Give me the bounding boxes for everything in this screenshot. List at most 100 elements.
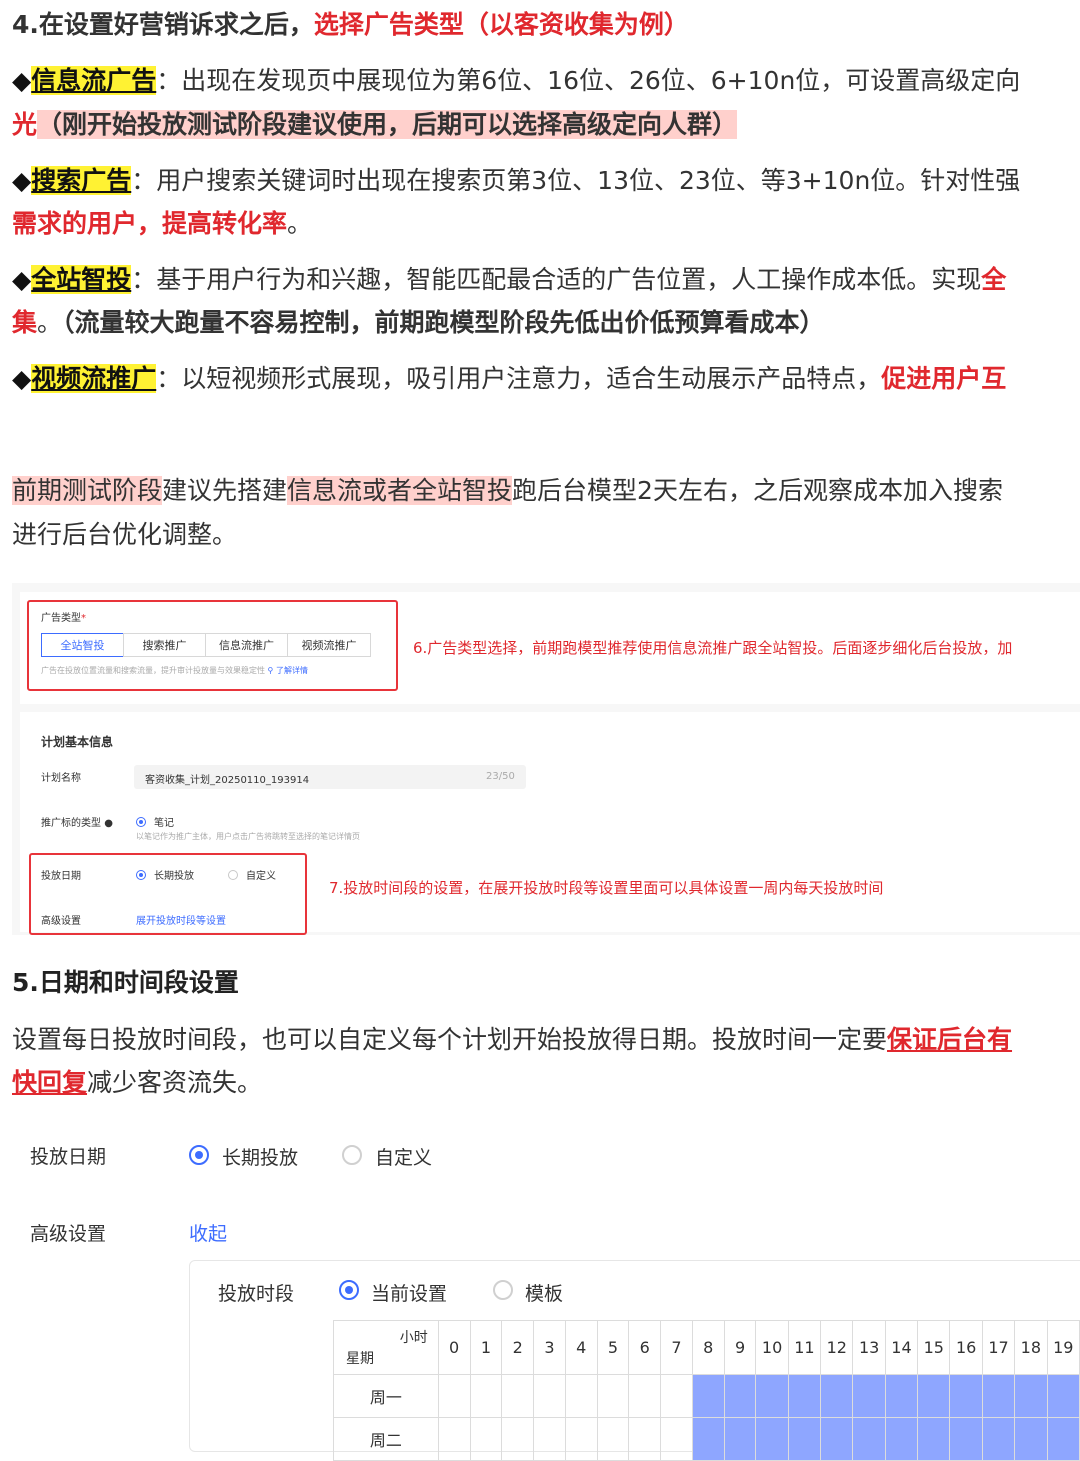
date-custom-radio[interactable] — [228, 870, 238, 880]
schedule-cell[interactable] — [501, 1417, 535, 1461]
advice-line: 前期测试阶段建议先搭建信息流或者全站智投跑后台模型2天左右，之后观察成本加入搜索 — [12, 476, 1003, 505]
note-7: 7.投放时间段的设置，在展开投放时段等设置里面可以具体设置一周内每天投放时间 — [329, 879, 884, 897]
feed-ad-line: ◆信息流广告：出现在发现页中展现位为第6位、16位、26位、6+10n位，可设置… — [12, 66, 1021, 95]
schedule-cell[interactable] — [469, 1417, 503, 1461]
form-date-long-radio[interactable] — [189, 1145, 209, 1165]
date-long-radio[interactable] — [136, 870, 146, 880]
diamond-bullet-icon: ◆ — [12, 364, 32, 393]
schedule-cell[interactable] — [820, 1374, 854, 1418]
hour-header-cell: 6 — [628, 1320, 662, 1375]
tab-feed[interactable]: 信息流推广 — [205, 633, 288, 657]
schedule-cell[interactable] — [949, 1417, 983, 1461]
schedule-cell[interactable] — [501, 1374, 535, 1418]
schedule-cell[interactable] — [437, 1417, 471, 1461]
form-advanced-label: 高级设置 — [30, 1223, 107, 1245]
advanced-label: 高级设置 — [41, 916, 81, 927]
schedule-cell[interactable] — [884, 1417, 919, 1461]
ad-type-label: 广告类型* — [41, 613, 86, 624]
target-type-label: 推广标的类型 ● — [41, 818, 113, 829]
advice-line2: 进行后台优化调整。 — [12, 520, 238, 549]
schedule-cell[interactable] — [723, 1417, 757, 1461]
schedule-cell[interactable] — [1014, 1417, 1048, 1461]
feed-ad-line2: 光（刚开始投放测试阶段建议使用，后期可以选择高级定向人群） — [12, 110, 738, 139]
schedule-cell[interactable] — [1046, 1417, 1080, 1461]
schedule-cell[interactable] — [852, 1374, 886, 1418]
schedule-cell[interactable] — [820, 1417, 854, 1461]
schedule-cell[interactable] — [755, 1417, 789, 1461]
schedule-cell[interactable] — [981, 1374, 1016, 1418]
hour-header-cell: 1 — [469, 1320, 503, 1375]
hour-header-cell: 16 — [949, 1320, 983, 1375]
schedule-cell[interactable] — [949, 1374, 983, 1418]
hour-header-cell: 18 — [1014, 1320, 1048, 1375]
hour-header-cell: 14 — [884, 1320, 919, 1375]
schedule-cell[interactable] — [755, 1374, 789, 1418]
tab-allsite[interactable]: 全站智投 — [41, 633, 124, 657]
period-label: 投放时段 — [218, 1283, 295, 1305]
plan-info-title: 计划基本信息 — [41, 735, 114, 749]
diamond-bullet-icon: ◆ — [12, 265, 32, 294]
schedule-cell[interactable] — [628, 1374, 662, 1418]
schedule-cell[interactable] — [787, 1374, 822, 1418]
hour-header-cell: 2 — [501, 1320, 535, 1375]
section5-line2: 快回复减少客资流失。 — [12, 1068, 263, 1097]
tab-search[interactable]: 搜索推广 — [123, 633, 206, 657]
form-date-custom-radio[interactable] — [342, 1145, 362, 1165]
schedule-cell[interactable] — [660, 1417, 693, 1461]
day-row: 周二 — [333, 1417, 1080, 1461]
expand-settings-link[interactable]: 展开投放时段等设置 — [136, 912, 226, 927]
date-label: 投放日期 — [41, 871, 81, 882]
period-template-radio[interactable] — [493, 1280, 513, 1300]
info-icon: ● — [104, 818, 113, 829]
schedule-cell[interactable] — [437, 1374, 471, 1418]
schedule-cell[interactable] — [981, 1417, 1016, 1461]
schedule-cell[interactable] — [884, 1374, 919, 1418]
day-label: 周二 — [333, 1417, 439, 1461]
schedule-cell[interactable] — [787, 1417, 822, 1461]
tab-video[interactable]: 视频流推广 — [287, 633, 371, 657]
schedule-grid: 小时 星期 0 1 2 3 4 5 6 7 8 9 10 11 12 13 14 15 16 17 18 19 周一周… — [333, 1320, 1080, 1461]
schedule-cell[interactable] — [596, 1374, 630, 1418]
hour-header-cell: 17 — [981, 1320, 1016, 1375]
collapse-link[interactable]: 收起 — [189, 1219, 227, 1246]
allsite-line2: 集。（流量较大跑量不容易控制，前期跑模型阶段先低出价低预算看成本） — [12, 308, 825, 337]
hour-header-cell: 8 — [691, 1320, 725, 1375]
hour-header-cell: 0 — [437, 1320, 471, 1375]
schedule-cell[interactable] — [564, 1417, 598, 1461]
plan-name-label: 计划名称 — [41, 773, 81, 784]
day-label: 周一 — [333, 1374, 439, 1418]
hour-header-cell: 4 — [564, 1320, 598, 1375]
period-template-label: 模板 — [525, 1283, 564, 1305]
schedule-cell[interactable] — [852, 1417, 886, 1461]
schedule-cell[interactable] — [564, 1374, 598, 1418]
schedule-cell[interactable] — [628, 1417, 662, 1461]
schedule-cell[interactable] — [1046, 1374, 1080, 1418]
search-ad-name: 搜索广告 — [31, 166, 132, 195]
schedule-cell[interactable] — [533, 1374, 566, 1418]
hour-header-cell: 3 — [533, 1320, 566, 1375]
learn-more-link[interactable]: 了解详情 — [276, 666, 308, 675]
hour-header-cell: 15 — [917, 1320, 951, 1375]
period-current-radio[interactable] — [339, 1280, 359, 1300]
plan-name-input[interactable]: 客资收集_计划_20250110_193914 23/50 — [134, 765, 526, 789]
video-line: ◆视频流推广：以短视频形式展现，吸引用户注意力，适合生动展示产品特点，促进用户互 — [12, 364, 1007, 393]
allsite-name: 全站智投 — [31, 265, 132, 294]
hour-header-cell: 19 — [1046, 1320, 1080, 1375]
schedule-cell[interactable] — [691, 1374, 725, 1418]
schedule-cell[interactable] — [596, 1417, 630, 1461]
schedule-cell[interactable] — [1014, 1374, 1048, 1418]
hour-header-cell: 10 — [755, 1320, 789, 1375]
schedule-cell[interactable] — [469, 1374, 503, 1418]
target-type-radio[interactable] — [136, 817, 146, 827]
search-ad-line2: 需求的用户，提高转化率。 — [12, 209, 313, 238]
date-long-label: 长期投放 — [154, 871, 194, 882]
schedule-cell[interactable] — [691, 1417, 725, 1461]
schedule-cell[interactable] — [723, 1374, 757, 1418]
section5-line: 设置每日投放时间段，也可以自定义每个计划开始投放得日期。投放时间一定要保证后台有 — [12, 1025, 1013, 1054]
schedule-cell[interactable] — [917, 1374, 951, 1418]
schedule-cell[interactable] — [917, 1417, 951, 1461]
target-type-option: 笔记 — [154, 818, 174, 829]
target-type-hint: 以笔记作为推广主体，用户点击广告将跳转至选择的笔记详情页 — [136, 832, 360, 841]
schedule-cell[interactable] — [660, 1374, 693, 1418]
schedule-cell[interactable] — [533, 1417, 566, 1461]
